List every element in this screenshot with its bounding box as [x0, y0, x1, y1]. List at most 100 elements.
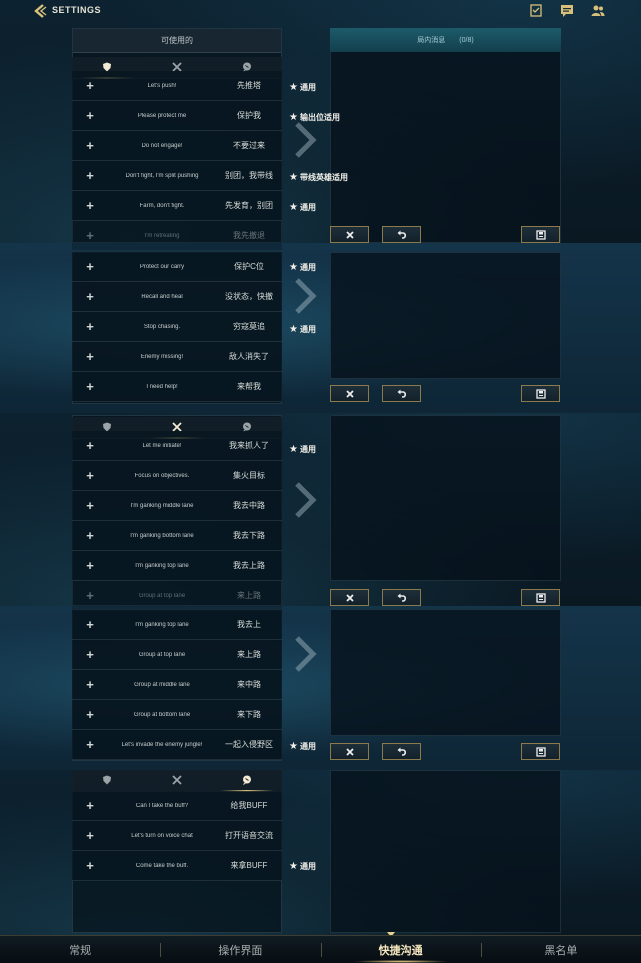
save-button[interactable]	[521, 589, 560, 606]
list-item[interactable]: + Group at top lane 来上路	[72, 640, 282, 670]
list-item[interactable]: + Let's push! 先推塔	[72, 71, 282, 101]
save-button[interactable]	[521, 743, 560, 760]
clear-button[interactable]	[330, 385, 369, 402]
mission-icon[interactable]	[529, 4, 543, 17]
add-icon[interactable]: +	[72, 349, 108, 364]
list-item[interactable]: + Don't fight, I'm split pushing 别团，我带线	[72, 161, 282, 191]
usage-tag: ★ 通用	[289, 202, 316, 213]
usage-tag-label: 通用	[299, 862, 316, 871]
add-icon[interactable]: +	[72, 228, 108, 243]
star-icon: ★	[289, 262, 298, 273]
add-icon[interactable]: +	[72, 468, 108, 483]
add-icon[interactable]: +	[72, 707, 108, 722]
chevron-right-icon[interactable]	[293, 276, 319, 316]
add-icon[interactable]: +	[72, 737, 108, 752]
list-item[interactable]: + Let me initiate! 我来抓人了	[72, 431, 282, 461]
in-game-messages-panel	[330, 770, 561, 933]
list-item[interactable]: + Focus on objectives. 集火目标	[72, 461, 282, 491]
add-icon[interactable]: +	[72, 798, 108, 813]
undo-button[interactable]	[382, 385, 421, 402]
message-english: Please protect me	[137, 112, 187, 119]
message-chinese: 我去下路	[233, 531, 265, 540]
nav-tab-blacklist[interactable]: 黑名单	[480, 936, 641, 963]
message-chinese: 打开语音交流	[225, 831, 273, 840]
save-button[interactable]	[521, 226, 560, 243]
list-item[interactable]: + I'm retreating 我先撤退	[72, 221, 282, 251]
add-icon[interactable]: +	[72, 498, 108, 513]
chevron-right-icon[interactable]	[293, 120, 319, 160]
tab-chat[interactable]	[212, 770, 282, 792]
undo-button[interactable]	[382, 226, 421, 243]
usage-tag: ★ 通用	[289, 82, 316, 93]
list-item[interactable]: + Please protect me 保护我	[72, 101, 282, 131]
page-title: SETTINGS	[52, 5, 102, 15]
clear-button[interactable]	[330, 589, 369, 606]
list-item[interactable]: + Come take the buff. 来拿BUFF	[72, 851, 282, 881]
star-icon: ★	[289, 324, 298, 335]
add-icon[interactable]: +	[72, 617, 108, 632]
list-item[interactable]: + I'm ganking top lane 我去上	[72, 610, 282, 640]
add-icon[interactable]: +	[72, 78, 108, 93]
list-item[interactable]: + Let's invade the enemy jungle! 一起入侵野区	[72, 730, 282, 760]
add-icon[interactable]: +	[72, 108, 108, 123]
message-english: Protect our carry	[139, 263, 185, 270]
add-icon[interactable]: +	[72, 647, 108, 662]
tab-attack[interactable]	[142, 770, 212, 791]
add-icon[interactable]: +	[72, 379, 108, 394]
list-item[interactable]: + I need help! 来帮我	[72, 372, 282, 402]
chevron-right-icon[interactable]	[293, 480, 319, 520]
usage-tag: ★ 通用	[289, 444, 316, 455]
list-item[interactable]: + Group at bottom lane 来下路	[72, 700, 282, 730]
tab-defense[interactable]	[72, 770, 142, 791]
usage-tag: ★ 通用	[289, 861, 316, 872]
add-icon[interactable]: +	[72, 168, 108, 183]
save-button[interactable]	[521, 385, 560, 402]
undo-button[interactable]	[382, 743, 421, 760]
add-icon[interactable]: +	[72, 828, 108, 843]
star-icon: ★	[289, 741, 298, 752]
list-item[interactable]: + Group at middle lane 来中路	[72, 670, 282, 700]
nav-tab-interface[interactable]: 操作界面	[160, 936, 320, 963]
add-icon[interactable]: +	[72, 198, 108, 213]
list-item[interactable]: + Enemy missing! 敌人消失了	[72, 342, 282, 372]
list-item[interactable]: + Stop chasing. 穷寇莫追	[72, 312, 282, 342]
message-chinese: 来中路	[237, 680, 261, 689]
list-item[interactable]: + Do not engage! 不要过来	[72, 131, 282, 161]
list-item[interactable]: + Farm, don't fight. 先发育，别团	[72, 191, 282, 221]
add-icon[interactable]: +	[72, 289, 108, 304]
message-english: I need help!	[146, 383, 178, 390]
chevron-left-icon[interactable]	[32, 3, 48, 19]
nav-tab-quick-chat[interactable]: 快捷沟通	[320, 936, 481, 963]
list-item[interactable]: + I'm ganking top lane 我去上路	[72, 551, 282, 581]
undo-button[interactable]	[382, 589, 421, 606]
in-game-messages-header: 局内消息 (0/8)	[330, 28, 561, 52]
message-english: Farm, don't fight.	[139, 202, 185, 209]
list-item[interactable]: + Protect our carry 保护C位	[72, 252, 282, 282]
chevron-right-icon[interactable]	[293, 634, 319, 674]
message-chinese: 我先撤退	[233, 231, 265, 240]
in-game-messages-panel	[330, 415, 561, 581]
list-item[interactable]: + Can I take the buff? 给我BUFF	[72, 791, 282, 821]
nav-tab-general[interactable]: 常规	[0, 936, 160, 963]
add-icon[interactable]: +	[72, 588, 108, 603]
bottom-nav: 常规 操作界面 快捷沟通 黑名单	[0, 935, 641, 963]
add-icon[interactable]: +	[72, 438, 108, 453]
add-icon[interactable]: +	[72, 319, 108, 334]
list-item[interactable]: + Group at top lane 来上路	[72, 581, 282, 611]
clear-button[interactable]	[330, 226, 369, 243]
list-item[interactable]: + Let's turn on voice chat 打开语音交流	[72, 821, 282, 851]
list-item[interactable]: + I'm ganking bottom lane 我去下路	[72, 521, 282, 551]
star-icon: ★	[289, 861, 298, 872]
chat-icon[interactable]	[560, 4, 574, 17]
add-icon[interactable]: +	[72, 858, 108, 873]
add-icon[interactable]: +	[72, 528, 108, 543]
clear-button[interactable]	[330, 743, 369, 760]
friends-icon[interactable]	[591, 4, 605, 17]
message-chinese: 来拿BUFF	[230, 861, 268, 870]
add-icon[interactable]: +	[72, 677, 108, 692]
add-icon[interactable]: +	[72, 558, 108, 573]
list-item[interactable]: + I'm ganking middle lane 我去中路	[72, 491, 282, 521]
add-icon[interactable]: +	[72, 259, 108, 274]
list-item[interactable]: + Recall and heal 没状态，快撤	[72, 282, 282, 312]
add-icon[interactable]: +	[72, 138, 108, 153]
